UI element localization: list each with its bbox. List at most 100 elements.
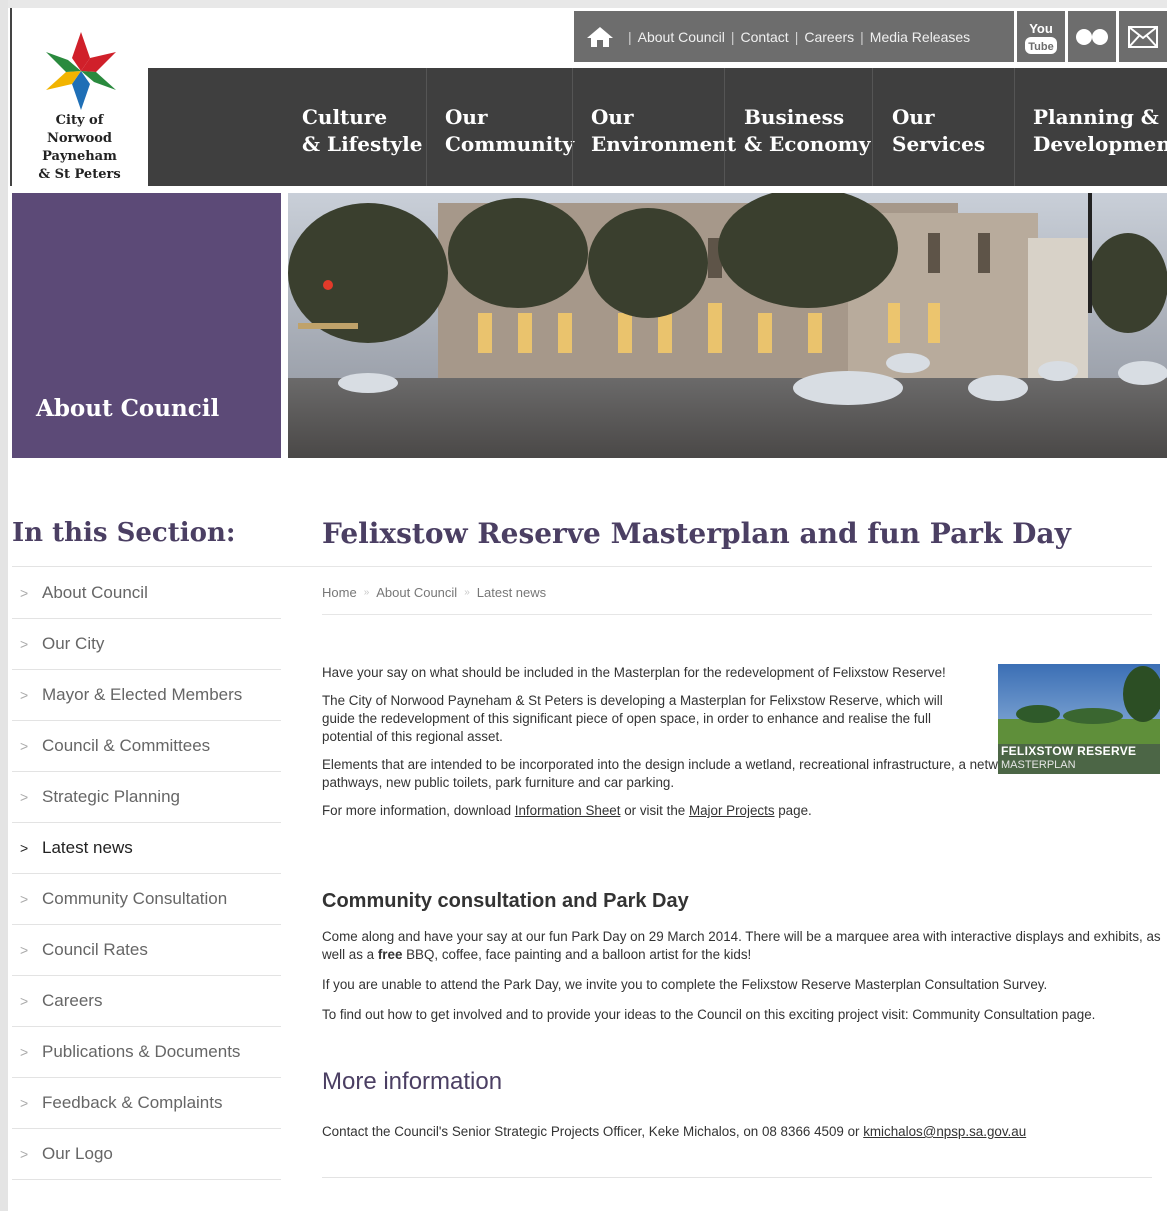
envelope-icon	[1128, 25, 1158, 48]
youtube-icon-bottom: Tube	[1028, 41, 1053, 53]
email-button[interactable]	[1119, 11, 1167, 62]
council-logo[interactable]: City of Norwood Payneham & St Peters	[10, 8, 150, 186]
utility-link-careers[interactable]: Careers	[804, 29, 854, 45]
nav-line: Planning &	[1033, 105, 1159, 129]
chevron-right-icon: >	[20, 1044, 29, 1060]
nav-line: Our	[591, 105, 634, 129]
home-icon[interactable]	[586, 25, 614, 49]
chevron-right-icon: >	[20, 942, 29, 958]
thumbnail-subtitle: MASTERPLAN	[1001, 759, 1076, 771]
sidebar-item-about-council[interactable]: > About Council	[12, 568, 281, 619]
breadcrumb-separator: »	[363, 587, 370, 598]
sidebar-item-careers[interactable]: > Careers	[12, 976, 281, 1027]
sidebar-heading: In this Section:	[12, 518, 236, 548]
text: BBQ, coffee, face painting and a balloon…	[402, 947, 752, 962]
street-scene-image	[288, 193, 1167, 458]
information-sheet-link[interactable]: Information Sheet	[515, 803, 621, 818]
nav-planning-development[interactable]: Planning & Development	[1014, 68, 1167, 186]
chevron-right-icon: >	[20, 993, 29, 1009]
logo-line: City of	[55, 113, 104, 128]
logo-line: & St Peters	[38, 167, 121, 182]
body-paragraph: To find out how to get involved and to p…	[322, 1007, 1096, 1022]
window-frame-top	[0, 0, 1167, 8]
nav-our-services[interactable]: Our Services	[872, 68, 1015, 186]
page-title: Felixstow Reserve Masterplan and fun Par…	[322, 517, 1071, 550]
chevron-right-icon: >	[20, 891, 29, 907]
logo-line: Norwood	[46, 131, 113, 146]
utility-separator: |	[730, 28, 735, 45]
divider	[322, 1177, 1152, 1178]
youtube-button[interactable]: You Tube	[1017, 11, 1065, 62]
sidebar-item-label: Mayor & Elected Members	[42, 685, 243, 704]
body-paragraph: The City of Norwood Payneham & St Peters…	[322, 693, 943, 744]
bold-text: free	[377, 947, 403, 962]
sidebar-item-label: Community Consultation	[42, 889, 228, 908]
sidebar-menu: > About Council > Our City > Mayor & Electe…	[12, 568, 281, 1180]
utility-bar: | About Council | Contact | Careers | Me…	[574, 11, 1014, 62]
email-link[interactable]: kmichalos@npsp.sa.gov.au	[863, 1124, 1026, 1139]
nav-our-environment[interactable]: Our Environment	[572, 68, 736, 186]
major-projects-link[interactable]: Major Projects	[689, 803, 775, 818]
masterplan-thumbnail[interactable]: FELIXSTOW RESERVE MASTERPLAN	[998, 664, 1160, 774]
nav-business-economy[interactable]: Business & Economy	[724, 68, 873, 186]
nav-our-community[interactable]: Our Community	[426, 68, 574, 186]
sidebar-item-latest-news[interactable]: > Latest news	[12, 823, 281, 874]
chevron-right-icon: >	[20, 585, 29, 601]
logo-wordmark: City of Norwood Payneham & St Peters	[12, 112, 147, 184]
nav-label: Our Environment	[591, 104, 741, 158]
sidebar-item-our-city[interactable]: > Our City	[12, 619, 281, 670]
sidebar-item-label: Feedback & Complaints	[42, 1093, 223, 1112]
flickr-button[interactable]	[1068, 11, 1116, 62]
section-banner: About Council	[12, 193, 281, 458]
utility-separator: |	[628, 28, 632, 45]
text: page.	[774, 803, 812, 818]
utility-link-contact[interactable]: Contact	[740, 29, 788, 45]
nav-label: Planning & Development	[1033, 104, 1167, 158]
sidebar-item-label: Publications & Documents	[42, 1042, 241, 1061]
more-info-paragraph: For more information, download Informati…	[322, 802, 1167, 820]
breadcrumb-about-council[interactable]: About Council	[376, 585, 457, 600]
utility-link-about-council[interactable]: About Council	[638, 29, 725, 45]
sidebar-item-council-committees[interactable]: > Council & Committees	[12, 721, 281, 772]
utility-separator: |	[794, 28, 799, 45]
sidebar-item-label: Strategic Planning	[42, 787, 180, 806]
body-paragraph: Come along and have your say at our fun …	[322, 928, 1167, 964]
section-title: About Council	[36, 395, 220, 422]
sidebar-item-feedback-complaints[interactable]: > Feedback & Complaints	[12, 1078, 281, 1129]
contact-paragraph: Contact the Council's Senior Strategic P…	[322, 1124, 1167, 1139]
chevron-right-icon: >	[20, 1095, 29, 1111]
nav-line: Development	[1033, 132, 1167, 156]
breadcrumb-current: Latest news	[476, 585, 547, 600]
sidebar-item-label: Our City	[42, 634, 105, 653]
sidebar-item-publications-documents[interactable]: > Publications & Documents	[12, 1027, 281, 1078]
breadcrumb-separator: »	[464, 587, 470, 598]
window-frame-left	[0, 0, 8, 1211]
intro-paragraph: Have your say on what should be included…	[322, 665, 946, 680]
sidebar-item-label: About Council	[42, 583, 148, 602]
section-heading: Community consultation and Park Day	[322, 890, 689, 912]
logo-line: Payneham	[42, 149, 117, 164]
text: Contact the Council's Senior Strategic P…	[322, 1124, 864, 1139]
breadcrumb: Home » About Council » Latest news	[322, 585, 546, 600]
divider	[322, 614, 1152, 615]
sidebar-item-label: Council Rates	[42, 940, 148, 959]
youtube-icon: You Tube	[1025, 21, 1057, 54]
sidebar-item-mayor-elected-members[interactable]: > Mayor & Elected Members	[12, 670, 281, 721]
divider	[250, 566, 1152, 567]
chevron-right-icon: >	[20, 789, 29, 805]
nav-culture-lifestyle[interactable]: Culture & Lifestyle	[280, 68, 426, 186]
breadcrumb-home[interactable]: Home	[322, 585, 357, 600]
chevron-right-icon: >	[20, 687, 29, 703]
youtube-icon-top: You	[1029, 21, 1053, 36]
utility-link-media-releases[interactable]: Media Releases	[870, 29, 970, 45]
star-logo-icon	[46, 32, 116, 110]
park-day-section: Come along and have your say at our fun …	[322, 928, 1167, 1036]
sidebar-item-council-rates[interactable]: > Council Rates	[12, 925, 281, 976]
chevron-right-icon: >	[20, 1146, 29, 1162]
sidebar-item-strategic-planning[interactable]: > Strategic Planning	[12, 772, 281, 823]
chevron-right-icon: >	[20, 738, 29, 754]
sidebar-item-community-consultation[interactable]: > Community Consultation	[12, 874, 281, 925]
sidebar-item-label: Latest news	[42, 838, 133, 857]
sidebar-item-our-logo[interactable]: > Our Logo	[12, 1129, 281, 1180]
thumbnail-title: FELIXSTOW RESERVE	[1001, 744, 1137, 758]
